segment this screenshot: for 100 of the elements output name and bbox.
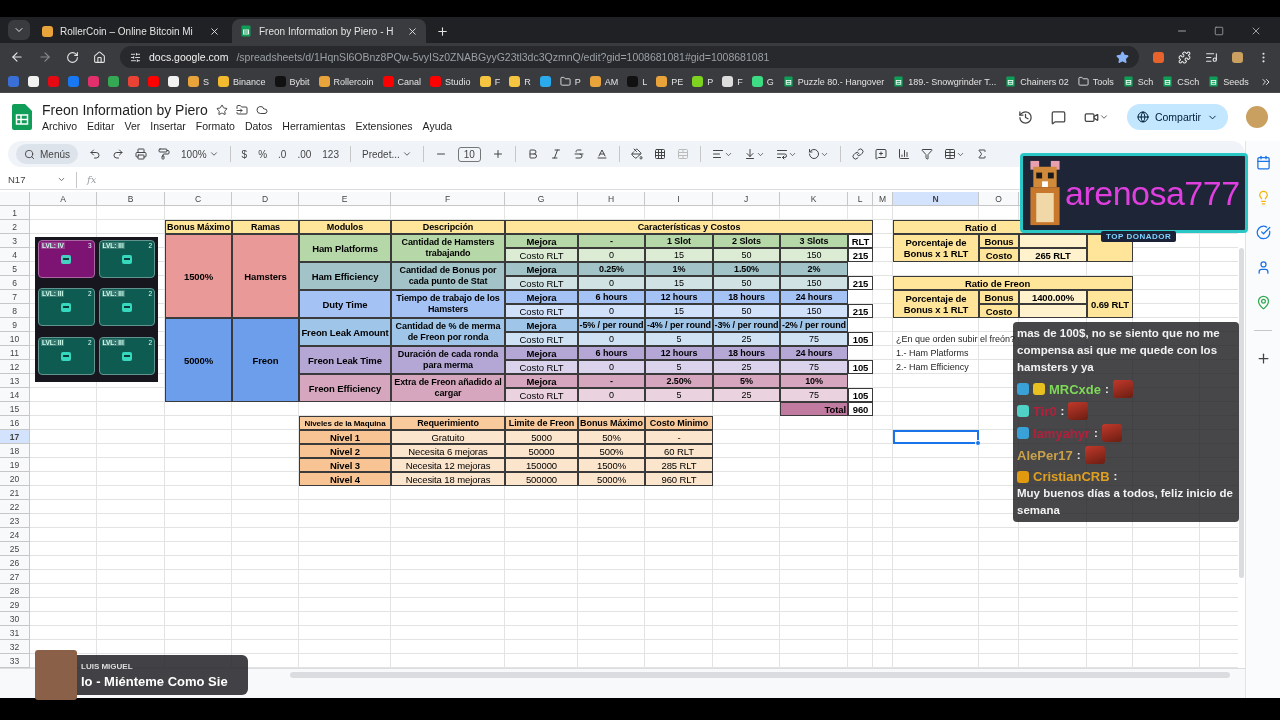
vertical-align-icon[interactable] <box>743 148 765 160</box>
undo-icon[interactable] <box>89 148 101 160</box>
bookmark[interactable]: R <box>509 76 531 87</box>
row-header[interactable]: 20 <box>0 472 30 486</box>
row-header[interactable]: 5 <box>0 262 30 276</box>
row-header[interactable]: 13 <box>0 374 30 388</box>
chart-icon[interactable] <box>897 148 910 160</box>
forward-icon[interactable] <box>38 50 52 64</box>
history-icon[interactable] <box>1017 109 1033 125</box>
row-header[interactable]: 18 <box>0 444 30 458</box>
functions-icon[interactable] <box>975 148 988 160</box>
font-dropdown[interactable]: Predet... <box>362 148 412 160</box>
bookmark[interactable]: L <box>627 76 648 87</box>
bookmark[interactable]: Seeds <box>1208 76 1249 87</box>
bookmark[interactable]: Puzzle 80.- Hangover <box>782 76 885 87</box>
row-header[interactable]: 31 <box>0 626 30 640</box>
bookmark[interactable]: PE <box>656 76 684 87</box>
row-header[interactable]: 21 <box>0 486 30 500</box>
menu-item[interactable]: Formato <box>195 120 235 132</box>
bookmark[interactable]: Canal <box>382 76 422 87</box>
bookmark[interactable]: P <box>559 76 581 87</box>
align-left-icon[interactable] <box>711 148 733 160</box>
row-header[interactable]: 17 <box>0 430 30 444</box>
site-settings-icon[interactable] <box>130 51 141 63</box>
row-header[interactable]: 4 <box>0 248 30 262</box>
bookmark[interactable]: Bybit <box>274 76 310 87</box>
site-icon[interactable] <box>539 76 551 87</box>
tab-search-button[interactable] <box>8 20 30 40</box>
row-header[interactable]: 30 <box>0 612 30 626</box>
document-title[interactable]: Freon Information by Piero <box>42 102 208 118</box>
text-color-icon[interactable] <box>595 148 608 160</box>
menu-item[interactable]: Ver <box>124 120 141 132</box>
row-header[interactable]: 2 <box>0 220 30 234</box>
search-menus-field[interactable]: Menús <box>16 144 78 164</box>
menu-item[interactable]: Datos <box>244 120 273 132</box>
table-icon[interactable] <box>943 148 965 160</box>
merge-cells-icon[interactable] <box>676 148 689 160</box>
row-header[interactable]: 26 <box>0 556 30 570</box>
new-tab-icon[interactable] <box>436 25 449 38</box>
wrap-text-icon[interactable] <box>775 148 797 160</box>
browser-tab[interactable]: RollerCoin – Online Bitcoin Mi <box>34 19 228 43</box>
row-header[interactable]: 11 <box>0 346 30 360</box>
row-header[interactable]: 12 <box>0 360 30 374</box>
row-header[interactable]: 25 <box>0 542 30 556</box>
bookmark[interactable]: Tools <box>1077 76 1114 87</box>
home-icon[interactable] <box>93 50 106 64</box>
comment-icon[interactable] <box>1050 109 1066 125</box>
row-header[interactable]: 8 <box>0 304 30 318</box>
close-icon[interactable] <box>407 25 418 37</box>
site-icon[interactable] <box>28 76 39 87</box>
row-header[interactable]: 7 <box>0 290 30 304</box>
bookmark[interactable]: Binance <box>218 76 266 87</box>
fill-color-icon[interactable] <box>630 148 643 160</box>
close-icon[interactable] <box>1250 25 1262 37</box>
row-header[interactable]: 14 <box>0 388 30 402</box>
row-header[interactable]: 32 <box>0 640 30 654</box>
calendar-icon[interactable] <box>1255 155 1271 170</box>
menu-item[interactable]: Ayuda <box>422 120 453 132</box>
bookmark[interactable]: AM <box>589 76 619 87</box>
italic-icon[interactable] <box>549 148 562 160</box>
more-formats-button[interactable]: 123 <box>322 148 339 160</box>
currency-button[interactable]: $ <box>241 148 248 160</box>
menu-item[interactable]: Extensiones <box>355 120 413 132</box>
row-header[interactable]: 27 <box>0 570 30 584</box>
bookmark[interactable]: 189.- Snowgrinder T... <box>893 76 997 87</box>
profile-icon[interactable] <box>1232 51 1243 63</box>
zoom-dropdown[interactable]: 100% <box>181 148 219 160</box>
link-icon[interactable] <box>851 148 864 160</box>
row-header[interactable]: 16 <box>0 416 30 430</box>
name-box[interactable]: N17 <box>8 174 66 185</box>
selected-cell[interactable] <box>893 430 979 444</box>
tasks-icon[interactable] <box>1255 225 1271 240</box>
move-folder-icon[interactable] <box>235 104 248 116</box>
bookmark[interactable]: G <box>751 76 774 87</box>
row-header[interactable]: 9 <box>0 318 30 332</box>
bookmark[interactable]: Studio <box>430 76 471 87</box>
site-icon[interactable] <box>168 76 179 87</box>
address-bar[interactable]: docs.google.com /spreadsheets/d/1HqnSl6OBnz8PQw-5vyISz0ZNABGyyG23tl3dc3QzmnQ/edit?gid=1008681081#gid=1008681081 <box>120 46 1139 68</box>
site-icon[interactable] <box>108 76 119 87</box>
row-header[interactable]: 10 <box>0 332 30 346</box>
fill-handle[interactable] <box>975 440 981 446</box>
bookmark[interactable]: Chainers 02 <box>1005 76 1069 87</box>
menu-item[interactable]: Insertar <box>150 120 186 132</box>
percent-button[interactable]: % <box>258 148 268 160</box>
share-button[interactable]: Compartir <box>1126 104 1228 130</box>
increase-decimals-button[interactable]: .00 <box>297 148 312 160</box>
row-header[interactable]: 15 <box>0 402 30 416</box>
scrollbar[interactable] <box>290 672 1230 678</box>
row-header[interactable]: 24 <box>0 528 30 542</box>
row-header[interactable]: 1 <box>0 206 30 220</box>
plus-icon[interactable] <box>491 148 504 160</box>
row-header[interactable]: 22 <box>0 500 30 514</box>
restore-icon[interactable] <box>1214 26 1224 36</box>
bold-icon[interactable] <box>526 148 539 160</box>
bookmark[interactable]: Sch <box>1122 76 1154 87</box>
row-header[interactable]: 29 <box>0 598 30 612</box>
bookmark[interactable]: F <box>479 76 501 87</box>
strikethrough-icon[interactable] <box>572 148 585 160</box>
row-header[interactable]: 28 <box>0 584 30 598</box>
paint-format-icon[interactable] <box>158 148 170 160</box>
